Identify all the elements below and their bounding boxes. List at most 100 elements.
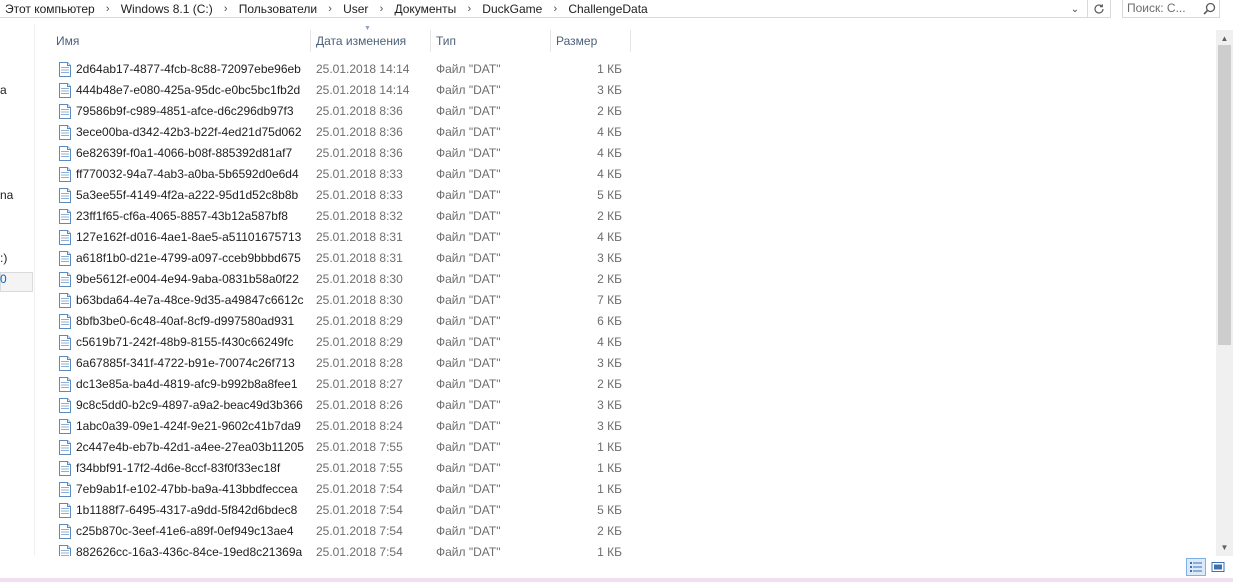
file-date: 25.01.2018 7:54 xyxy=(316,503,403,517)
file-row[interactable]: 2d64ab17-4877-4fcb-8c88-72097ebe96eb 25.0… xyxy=(50,59,630,80)
file-date: 25.01.2018 8:30 xyxy=(316,272,403,286)
dat-file-icon xyxy=(59,83,71,98)
file-name: b63bda64-4e7a-48ce-9d35-a49847c6612c xyxy=(76,293,304,307)
breadcrumb-item[interactable]: Документы › xyxy=(388,0,476,18)
column-header-size[interactable]: Размер xyxy=(550,30,630,52)
file-row[interactable]: 23ff1f65-cf6a-4065-8857-43b12a587bf8 25.0… xyxy=(50,206,630,227)
file-name: 1b1188f7-6495-4317-a9dd-5f842d6bdec8 xyxy=(76,503,298,517)
column-header-date[interactable]: Дата изменения xyxy=(310,30,430,52)
file-date: 25.01.2018 8:28 xyxy=(316,356,403,370)
file-size: 2 КБ xyxy=(597,209,622,223)
nav-item-label[interactable]: a xyxy=(0,83,7,97)
file-row[interactable]: 9c8c5dd0-b2c9-4897-a9a2-beac49d3b366 25.0… xyxy=(50,395,630,416)
breadcrumb-label: DuckGame xyxy=(482,1,543,16)
file-row[interactable]: 8bfb3be0-6c48-40af-8cf9-d997580ad931 25.0… xyxy=(50,311,630,332)
file-name: c25b870c-3eef-41e6-a89f-0ef949c13ae4 xyxy=(76,524,294,538)
file-size: 4 КБ xyxy=(597,146,622,160)
dat-file-icon xyxy=(59,167,71,182)
file-row[interactable]: 6a67885f-341f-4722-b91e-70074c26f713 25.0… xyxy=(50,353,630,374)
file-date: 25.01.2018 8:36 xyxy=(316,125,403,139)
breadcrumb-separator-icon[interactable]: › xyxy=(323,3,337,15)
breadcrumb-separator-icon[interactable]: › xyxy=(462,3,476,15)
file-row[interactable]: 1abc0a39-09e1-424f-9e21-9602c41b7da9 25.0… xyxy=(50,416,630,437)
column-header-name[interactable]: Имя xyxy=(50,30,310,52)
scrollbar-thumb[interactable] xyxy=(1218,45,1231,345)
file-list[interactable]: 2d64ab17-4877-4fcb-8c88-72097ebe96eb 25.0… xyxy=(50,59,630,563)
navigation-pane[interactable]: a na :) 0 xyxy=(0,24,35,574)
column-header-type[interactable]: Тип xyxy=(430,30,550,52)
scroll-down-arrow-icon[interactable]: ▼ xyxy=(1216,539,1233,556)
nav-item-label[interactable]: :) xyxy=(0,251,7,265)
refresh-button[interactable] xyxy=(1087,0,1111,18)
file-row[interactable]: c25b870c-3eef-41e6-a89f-0ef949c13ae4 25.0… xyxy=(50,521,630,542)
breadcrumb-item[interactable]: ChallengeData xyxy=(562,0,653,18)
file-row[interactable]: c5619b71-242f-48b9-8155-f430c66249fc 25.0… xyxy=(50,332,630,353)
file-size: 4 КБ xyxy=(597,335,622,349)
large-icons-view-icon xyxy=(1211,562,1225,572)
breadcrumb-separator-icon[interactable]: › xyxy=(101,3,115,15)
file-size: 3 КБ xyxy=(597,83,622,97)
large-icons-view-button[interactable] xyxy=(1208,558,1228,576)
file-row[interactable]: 7eb9ab1f-e102-47bb-ba9a-413bbdfeccea 25.0… xyxy=(50,479,630,500)
file-row[interactable]: ff770032-94a7-4ab3-a0ba-5b6592d0e6d4 25.0… xyxy=(50,164,630,185)
dat-file-icon xyxy=(59,293,71,308)
file-row[interactable]: 1b1188f7-6495-4317-a9dd-5f842d6bdec8 25.0… xyxy=(50,500,630,521)
file-row[interactable]: a618f1b0-d21e-4799-a097-cceb9bbbd675 25.0… xyxy=(50,248,630,269)
dat-file-icon xyxy=(59,251,71,266)
file-date: 25.01.2018 7:54 xyxy=(316,482,403,496)
breadcrumb-separator-icon[interactable]: › xyxy=(219,3,233,15)
search-box[interactable] xyxy=(1122,0,1220,18)
dat-file-icon xyxy=(59,104,71,119)
column-divider[interactable] xyxy=(630,30,631,52)
column-header-label: Тип xyxy=(436,34,457,48)
vertical-scrollbar[interactable]: ▲ ▼ xyxy=(1216,30,1233,556)
file-name: 6e82639f-f0a1-4066-b08f-885392d81af7 xyxy=(76,146,293,160)
breadcrumb-separator-icon[interactable]: › xyxy=(374,3,388,15)
file-name: 9be5612f-e004-4e94-9aba-0831b58a0f22 xyxy=(76,272,299,286)
file-row[interactable]: 127e162f-d016-4ae1-8ae5-a51101675713 25.0… xyxy=(50,227,630,248)
file-row[interactable]: 9be5612f-e004-4e94-9aba-0831b58a0f22 25.0… xyxy=(50,269,630,290)
file-row[interactable]: f34bbf91-17f2-4d6e-8ccf-83f0f33ec18f 25.0… xyxy=(50,458,630,479)
column-header-label: Дата изменения xyxy=(316,34,407,48)
file-row[interactable]: 2c447e4b-eb7b-42d1-a4ee-27ea03b11205 25.0… xyxy=(50,437,630,458)
dat-file-icon xyxy=(59,314,71,329)
nav-item-label[interactable]: na xyxy=(0,188,13,202)
file-type: Файл "DAT" xyxy=(436,314,501,328)
address-bar[interactable]: Этот компьютер › Windows 8.1 (C:) › Пользо… xyxy=(0,0,1088,18)
file-date: 25.01.2018 8:31 xyxy=(316,251,403,265)
chevron-down-icon[interactable]: ⌄ xyxy=(1067,1,1083,17)
file-size: 1 КБ xyxy=(597,482,622,496)
breadcrumb-separator-icon[interactable]: › xyxy=(548,3,562,15)
file-type: Файл "DAT" xyxy=(436,251,501,265)
dat-file-icon xyxy=(59,503,71,518)
breadcrumb-item[interactable]: Этот компьютер › xyxy=(0,0,115,18)
search-icon[interactable] xyxy=(1201,1,1217,17)
file-row[interactable]: 3ece00ba-d342-42b3-b22f-4ed21d75d062 25.0… xyxy=(50,122,630,143)
address-bar-row: Этот компьютер › Windows 8.1 (C:) › Пользо… xyxy=(0,0,1233,20)
file-name: 2c447e4b-eb7b-42d1-a4ee-27ea03b11205 xyxy=(76,440,304,454)
details-view-button[interactable] xyxy=(1186,558,1206,576)
file-row[interactable]: dc13e85a-ba4d-4819-afc9-b992b8a8fee1 25.0… xyxy=(50,374,630,395)
file-size: 6 КБ xyxy=(597,314,622,328)
file-type: Файл "DAT" xyxy=(436,62,501,76)
breadcrumb-item[interactable]: Пользователи › xyxy=(233,0,337,18)
dat-file-icon xyxy=(59,146,71,161)
search-input[interactable] xyxy=(1127,1,1197,15)
file-row[interactable]: b63bda64-4e7a-48ce-9d35-a49847c6612c 25.0… xyxy=(50,290,630,311)
file-name: 79586b9f-c989-4851-afce-d6c296db97f3 xyxy=(76,104,294,118)
dat-file-icon xyxy=(59,62,71,77)
file-row[interactable]: 6e82639f-f0a1-4066-b08f-885392d81af7 25.0… xyxy=(50,143,630,164)
breadcrumb-item[interactable]: DuckGame › xyxy=(476,0,562,18)
file-row[interactable]: 444b48e7-e080-425a-95dc-e0bc5bc1fb2d 25.0… xyxy=(50,80,630,101)
nav-item-label[interactable]: 0 xyxy=(0,272,7,286)
breadcrumb-item[interactable]: Windows 8.1 (C:) › xyxy=(115,0,233,18)
breadcrumb-label: User xyxy=(343,1,369,16)
file-type: Файл "DAT" xyxy=(436,104,501,118)
file-type: Файл "DAT" xyxy=(436,146,501,160)
file-type: Файл "DAT" xyxy=(436,272,501,286)
file-name: 6a67885f-341f-4722-b91e-70074c26f713 xyxy=(76,356,295,370)
file-row[interactable]: 5a3ee55f-4149-4f2a-a222-95d1d52c8b8b 25.0… xyxy=(50,185,630,206)
file-row[interactable]: 79586b9f-c989-4851-afce-d6c296db97f3 25.0… xyxy=(50,101,630,122)
breadcrumb-item[interactable]: User › xyxy=(337,0,388,18)
refresh-icon xyxy=(1094,3,1104,14)
